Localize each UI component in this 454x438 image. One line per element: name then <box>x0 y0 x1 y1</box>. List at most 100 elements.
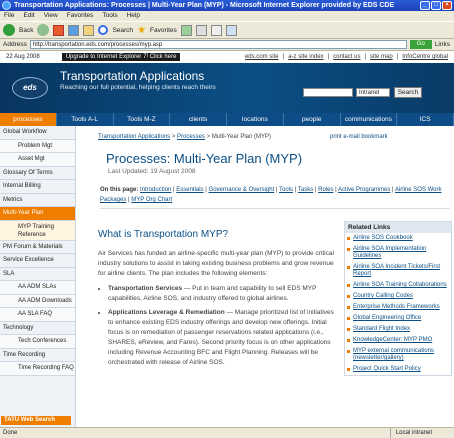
otp-introduction[interactable]: Introduction <box>140 187 171 193</box>
menu-help[interactable]: Help <box>127 11 140 21</box>
related-link[interactable]: Country Calling Codes <box>345 291 451 302</box>
utility-bar: 22 Aug 2008 Upgrade to Internet Explorer… <box>0 51 454 63</box>
links-label[interactable]: Links <box>435 41 454 48</box>
menu-favorites[interactable]: Favorites <box>67 11 94 21</box>
upgrade-ie-banner[interactable]: Upgrade to Internet Explorer 7! Click he… <box>61 53 181 61</box>
menu-tools[interactable]: Tools <box>102 11 117 21</box>
history-icon[interactable] <box>180 24 192 36</box>
sidebar-item[interactable]: Glossary Of Terms <box>0 167 75 180</box>
mail-icon[interactable] <box>195 24 207 36</box>
otp-tools[interactable]: Tools <box>279 187 293 193</box>
otp-roles[interactable]: Roles <box>318 187 333 193</box>
favorites-label[interactable]: Favorites <box>150 27 177 34</box>
status-text: Done <box>3 430 18 436</box>
search-icon[interactable] <box>98 25 109 35</box>
related-link[interactable]: KnowledgeCenter: MYP PMO <box>345 335 451 346</box>
window-title: Transportation Applications: Processes |… <box>14 2 395 9</box>
sidebar-item[interactable]: Technology <box>0 322 75 335</box>
related-link[interactable]: MYP external communications (newsletter/… <box>345 346 451 364</box>
related-link[interactable]: Enterprise Methods Frameworks <box>345 302 451 313</box>
sidebar-item[interactable]: Time Recording FAQ <box>0 362 75 376</box>
main-content: Transportation Applications > Processes … <box>84 126 454 427</box>
sidebar-item[interactable]: AA SLA FAQ <box>0 308 75 322</box>
page-tools[interactable]: print e-mail bookmark <box>330 134 388 140</box>
sidebar-item[interactable]: MYP Training Reference <box>0 220 75 241</box>
sidebar-item[interactable]: Metrics <box>0 194 75 207</box>
sidebar-search-box[interactable]: TATU Web Search <box>1 416 71 425</box>
nav-tools-a-l[interactable]: Tools A-L <box>57 113 114 126</box>
sidebar-item[interactable]: PM Forum & Materials <box>0 241 75 254</box>
sidebar-item[interactable]: Global Workflow <box>0 126 75 140</box>
browser-toolbar: Back Search ★ Favorites <box>0 21 454 39</box>
breadcrumb: Transportation Applications > Processes … <box>98 134 271 140</box>
left-sidebar: Global Workflow Problem Mgt Asset Mgt Gloss… <box>0 126 76 427</box>
go-button[interactable]: Go <box>409 40 432 49</box>
toplink-eds-site[interactable]: eds.com site <box>245 54 279 60</box>
related-link[interactable]: Airline SOS Cookbook <box>345 233 451 244</box>
close-button[interactable]: × <box>442 1 452 10</box>
favorites-star-icon[interactable]: ★ <box>137 25 146 36</box>
otp-active-programmes[interactable]: Active Programmes <box>338 187 390 193</box>
related-link[interactable]: Airline SOA Implementation Guidelines <box>345 244 451 262</box>
toplink-contact[interactable]: contact us <box>333 54 360 60</box>
site-search-input[interactable] <box>303 88 353 97</box>
maximize-button[interactable]: □ <box>431 1 441 10</box>
menu-edit[interactable]: Edit <box>23 11 34 21</box>
list-item: Applications Leverage & Remediation — Ma… <box>108 308 338 368</box>
status-bar: Done Local intranet <box>0 427 454 438</box>
window-controls: _ □ × <box>420 1 452 10</box>
nav-people[interactable]: people <box>284 113 341 126</box>
related-links-box: Related Links Airline SOS Cookbook Airlin… <box>344 221 452 376</box>
sidebar-item[interactable]: Tech Conferences <box>0 335 75 349</box>
sidebar-item[interactable]: SLA <box>0 268 75 281</box>
otp-governance[interactable]: Governance & Oversight <box>209 187 275 193</box>
related-link[interactable]: Standard Flight Index <box>345 324 451 335</box>
back-label[interactable]: Back <box>19 27 33 34</box>
menu-view[interactable]: View <box>44 11 58 21</box>
search-scope-select[interactable]: Intranet <box>356 88 390 97</box>
nav-ics[interactable]: ICS <box>397 113 454 126</box>
breadcrumb-processes[interactable]: Processes <box>177 134 205 140</box>
nav-processes[interactable]: processes <box>0 113 57 126</box>
sidebar-item[interactable]: Time Recording <box>0 349 75 362</box>
nav-communications[interactable]: communications <box>341 113 398 126</box>
home-icon[interactable] <box>83 24 95 36</box>
sidebar-item[interactable]: Asset Mgt <box>0 153 75 167</box>
search-label[interactable]: Search <box>112 27 133 34</box>
otp-essentials[interactable]: Essentials <box>176 187 203 193</box>
related-link[interactable]: Global Engineering Office <box>345 313 451 324</box>
window-titlebar: Transportation Applications: Processes |… <box>0 0 454 11</box>
related-link[interactable]: Airline SOA Incident Tickets/First Repor… <box>345 262 451 280</box>
bullet-text: — Manage prioritized list of initiatives… <box>108 309 334 366</box>
security-zone: Local intranet <box>389 428 454 438</box>
forward-arrow-icon[interactable] <box>37 24 50 36</box>
sidebar-item[interactable]: Multi-Year Plan <box>0 207 75 221</box>
print-icon[interactable] <box>210 24 222 36</box>
nav-clients[interactable]: clients <box>170 113 227 126</box>
otp-tasks[interactable]: Tasks <box>298 187 313 193</box>
sidebar-item[interactable]: AA ADM SLAs <box>0 281 75 295</box>
nav-locations[interactable]: locations <box>227 113 284 126</box>
toplink-site-map[interactable]: site map <box>370 54 393 60</box>
address-input[interactable]: http://transportation.eds.com/processes/… <box>29 40 407 49</box>
nav-tools-m-z[interactable]: Tools M-Z <box>114 113 171 126</box>
refresh-icon[interactable] <box>68 24 80 36</box>
edit-icon[interactable] <box>225 24 237 36</box>
sidebar-item[interactable]: Service Excellence <box>0 254 75 268</box>
back-arrow-icon[interactable] <box>3 24 15 36</box>
related-link[interactable]: Airline SOA Training Collaborations <box>345 280 451 291</box>
site-search-button[interactable]: Search <box>394 87 422 98</box>
breadcrumb-root[interactable]: Transportation Applications <box>98 134 170 140</box>
list-item: Transportation Services — Put in team an… <box>108 284 338 304</box>
toplink-site-index[interactable]: a-z site index <box>288 54 323 60</box>
menu-file[interactable]: File <box>4 11 14 21</box>
sidebar-item[interactable]: AA ADM Downloads <box>0 294 75 308</box>
eds-logo[interactable]: eds <box>12 77 48 99</box>
sidebar-item[interactable]: Internal Billing <box>0 180 75 194</box>
related-link[interactable]: Project Quick Start Policy <box>345 364 451 375</box>
stop-icon[interactable] <box>53 24 65 36</box>
toplink-infocentre[interactable]: InfoCentre global <box>402 54 448 60</box>
minimize-button[interactable]: _ <box>420 1 430 10</box>
sidebar-item[interactable]: Problem Mgt <box>0 139 75 153</box>
otp-org-chart[interactable]: MYP Org Chart <box>131 197 172 203</box>
